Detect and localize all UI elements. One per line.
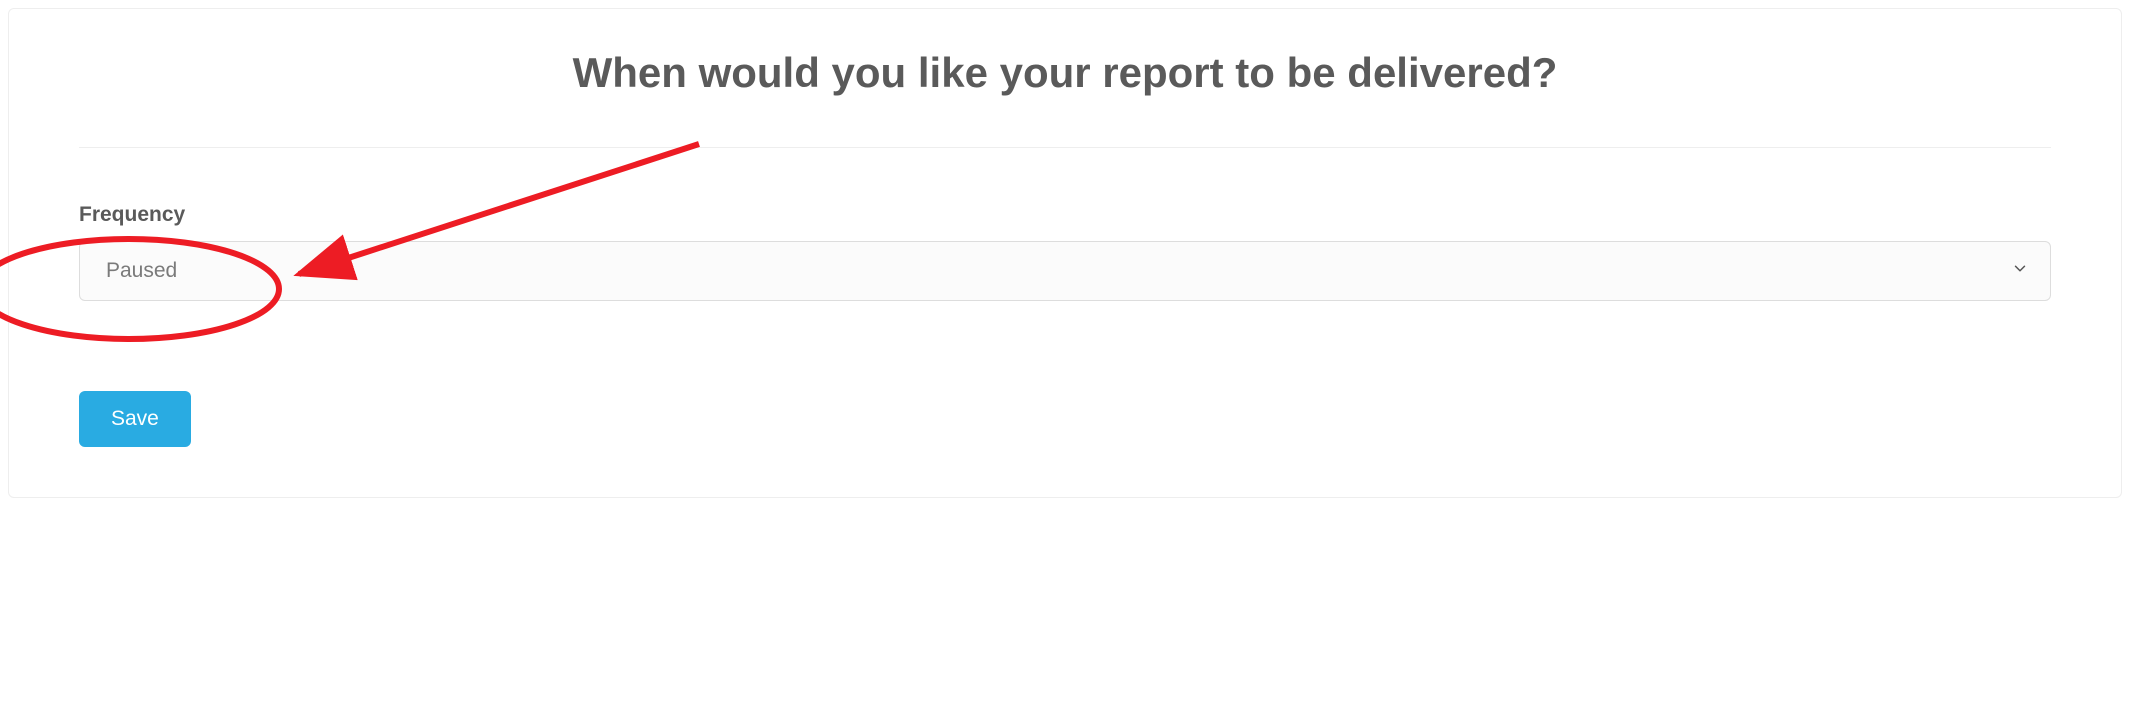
report-delivery-panel: When would you like your report to be de… bbox=[8, 8, 2122, 498]
divider bbox=[79, 147, 2051, 148]
save-button[interactable]: Save bbox=[79, 391, 191, 447]
frequency-select[interactable]: Paused bbox=[79, 241, 2051, 301]
frequency-selected-value: Paused bbox=[106, 259, 177, 283]
page-title: When would you like your report to be de… bbox=[79, 49, 2051, 97]
frequency-label: Frequency bbox=[79, 203, 2051, 227]
frequency-select-wrap: Paused bbox=[79, 241, 2051, 301]
